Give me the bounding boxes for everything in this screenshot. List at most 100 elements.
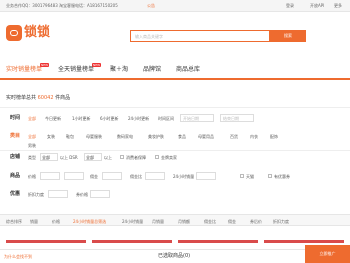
discount-label: 折扣力度 xyxy=(28,192,44,197)
nav-label: 实时销量榜单 xyxy=(6,66,43,73)
selected-count[interactable]: 已选取商品(0) xyxy=(158,253,190,259)
search-input[interactable]: 输入商品关键字 xyxy=(130,30,270,42)
result-count: 60042 xyxy=(37,95,54,101)
consumer-guarantee-checkbox[interactable] xyxy=(120,155,124,159)
goods-filter-label: 商品 xyxy=(10,173,21,179)
sort-tab[interactable]: 折扣力度 xyxy=(273,219,289,224)
price-max-input[interactable] xyxy=(64,172,84,180)
divider xyxy=(0,107,350,108)
time-end-placeholder: 结束日期 xyxy=(223,116,239,121)
contact-info: 业务合作QQ：3001796483 淘宝客服电话：A18167150205 xyxy=(6,3,118,8)
notice-link[interactable]: 公告 xyxy=(147,3,155,8)
sort-bar: 综合排序 销量 价格 24小时销量总筛选 24小时销量 月销量 月销额 佣金比 … xyxy=(0,214,350,226)
category-option[interactable]: 内衣 xyxy=(250,134,258,139)
price-min-input[interactable] xyxy=(40,172,60,180)
logo-icon[interactable] xyxy=(6,25,22,41)
category-filter-label: 类目 xyxy=(10,133,21,139)
nav-item-ju-tao[interactable]: 聚＋淘 xyxy=(110,66,128,73)
product-card[interactable] xyxy=(6,240,86,243)
shop-type-label: 类型 xyxy=(28,155,36,160)
result-summary: 实时榜单总共 60042 件商品 xyxy=(6,95,70,101)
result-prefix: 实时榜单总共 xyxy=(6,95,37,101)
sort-tab[interactable]: 24小时销量总筛选 xyxy=(73,219,106,224)
category-option[interactable]: 男装 xyxy=(28,143,36,148)
time-filter-label: 时间 xyxy=(10,115,21,121)
time-option-1h[interactable]: 1小时更新 xyxy=(72,116,91,121)
time-option-today[interactable]: 今日更新 xyxy=(45,116,61,121)
result-suffix: 件商品 xyxy=(55,95,71,101)
dsr-value: 全部 xyxy=(86,155,94,160)
product-card[interactable] xyxy=(178,240,258,243)
gold-seller-checkbox[interactable] xyxy=(155,155,159,159)
more-link[interactable]: 更多 xyxy=(334,3,342,8)
help-link[interactable]: 为什么会找不到 xyxy=(4,254,32,259)
time-end-input[interactable]: 结束日期 xyxy=(220,114,254,122)
coupon-label: 有优惠券 xyxy=(274,174,290,179)
category-option[interactable]: 全部 xyxy=(28,134,36,139)
sort-tab[interactable]: 月销额 xyxy=(178,219,190,224)
dsr-suffix: 以上 xyxy=(104,155,112,160)
shop-type-select[interactable]: 全部 xyxy=(40,153,58,161)
sort-tab[interactable]: 销量 xyxy=(30,219,38,224)
category-option[interactable]: 数码家电 xyxy=(117,134,133,139)
open-api-link[interactable]: 开放API xyxy=(310,3,324,8)
nav-item-all-goods[interactable]: 商品总库 xyxy=(176,66,200,73)
sort-tab[interactable]: 综合排序 xyxy=(6,219,22,224)
consumer-guarantee-label: 消费者保障 xyxy=(126,155,146,160)
sort-tab[interactable]: 佣金比 xyxy=(204,219,216,224)
coupon-amount-label: 券价格 xyxy=(76,192,88,197)
category-option[interactable]: 百货 xyxy=(230,134,238,139)
category-option[interactable]: 配饰 xyxy=(270,134,278,139)
dsr-label: 以上 DSR xyxy=(60,155,78,160)
new-badge: NEW xyxy=(92,63,102,67)
ratio-label: 佣金比 xyxy=(130,174,142,179)
commission-label: 佣金 xyxy=(90,174,98,179)
divider xyxy=(0,150,350,151)
category-option[interactable]: 母婴用品 xyxy=(198,134,214,139)
tmall-checkbox[interactable] xyxy=(240,174,244,178)
shop-filter-label: 店铺 xyxy=(10,154,21,160)
logo-text[interactable]: 锁锁 xyxy=(24,26,50,40)
price-label: 价格 xyxy=(28,174,36,179)
discount-filter-label: 优惠 xyxy=(10,191,21,197)
search-placeholder: 输入商品关键字 xyxy=(135,34,163,39)
discount-input[interactable] xyxy=(48,190,68,198)
category-option[interactable]: 美妆护肤 xyxy=(148,134,164,139)
nav-item-realtime[interactable]: 实时销量榜单 NEW xyxy=(6,63,50,73)
main-nav: 实时销量榜单 NEW 全天销量榜单 NEW 聚＋淘 品牌馆 商品总库 xyxy=(0,62,350,80)
commission-input[interactable] xyxy=(102,172,122,180)
new-badge: NEW xyxy=(40,63,50,67)
coupon-amount-input[interactable] xyxy=(90,190,110,198)
time-start-input[interactable]: 开始日期 xyxy=(180,114,214,122)
nav-label: 全天销量榜单 xyxy=(58,66,95,73)
time-option-24h[interactable]: 24小时更新 xyxy=(128,116,149,121)
login-link[interactable]: 登录 xyxy=(286,3,294,8)
time-option-all[interactable]: 全部 xyxy=(28,116,36,121)
category-option[interactable]: 母婴服装 xyxy=(86,134,102,139)
sort-tab[interactable]: 佣金 xyxy=(228,219,236,224)
sort-tab[interactable]: 价格 xyxy=(52,219,60,224)
category-option[interactable]: 女装 xyxy=(47,134,55,139)
bottom-bar: 为什么会找不到 已选取商品(0) xyxy=(0,249,350,263)
promote-button[interactable]: 立即推广 xyxy=(305,245,350,263)
product-card[interactable] xyxy=(264,240,344,243)
search-button[interactable]: 搜索 xyxy=(270,30,306,42)
tmall-label: 天猫 xyxy=(246,174,254,179)
time-option-6h[interactable]: 6小时更新 xyxy=(100,116,119,121)
category-option[interactable]: 鞋包 xyxy=(66,134,74,139)
category-option[interactable]: 食品 xyxy=(178,134,186,139)
ratio-input[interactable] xyxy=(145,172,165,180)
top-bar: 业务合作QQ：3001796483 淘宝客服电话：A18167150205 公告… xyxy=(0,0,350,12)
product-card[interactable] xyxy=(92,240,172,243)
nav-item-fullday[interactable]: 全天销量榜单 NEW xyxy=(58,63,102,73)
time-range-label: 时间区间 xyxy=(158,116,174,121)
dsr-select[interactable]: 全部 xyxy=(84,153,102,161)
coupon-checkbox[interactable] xyxy=(268,174,272,178)
nav-item-brand[interactable]: 品牌馆 xyxy=(143,66,161,73)
sales-label: 24小时销量 xyxy=(173,174,195,179)
sort-tab[interactable]: 月销量 xyxy=(152,219,164,224)
gold-seller-label: 金牌卖家 xyxy=(161,155,177,160)
sort-tab[interactable]: 券后价 xyxy=(250,219,262,224)
sales-input[interactable] xyxy=(196,172,216,180)
sort-tab[interactable]: 24小时销量 xyxy=(122,219,143,224)
